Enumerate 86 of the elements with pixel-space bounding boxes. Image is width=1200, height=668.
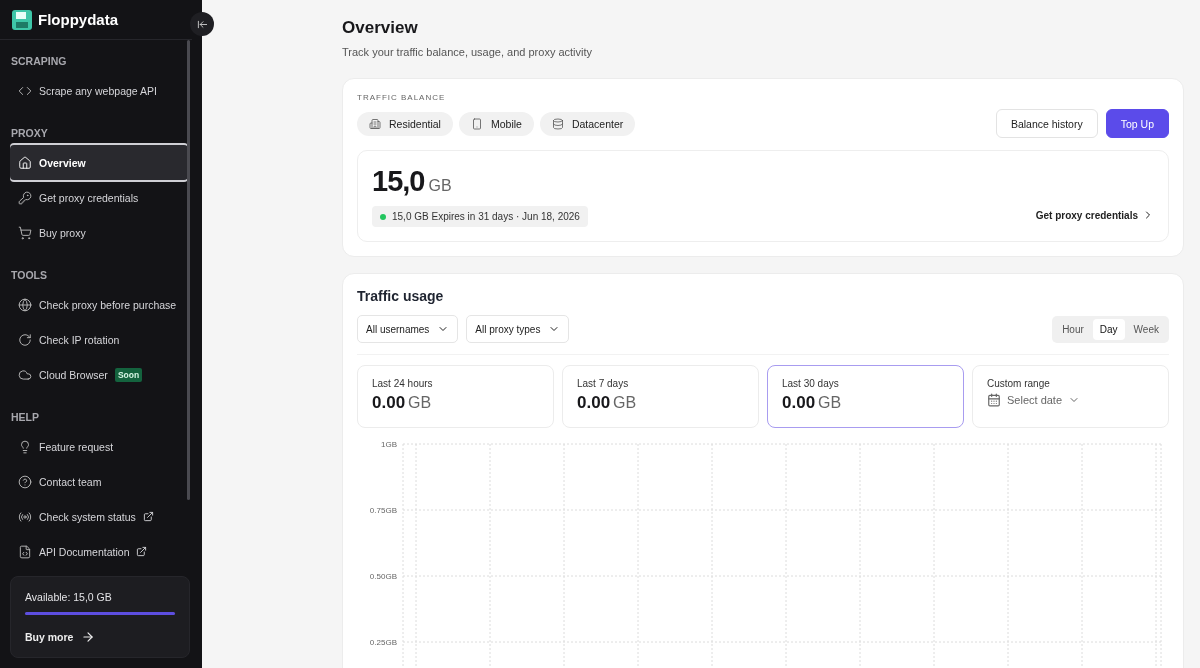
stat-label: Last 24 hours: [372, 378, 434, 389]
stat-unit: GB: [613, 394, 637, 411]
nav-item[interactable]: Buy proxy: [10, 215, 188, 250]
balance-history-button[interactable]: Balance history: [995, 109, 1098, 138]
nav-label: Scrape any webpage API: [39, 84, 157, 97]
file-icon: [18, 544, 32, 559]
section-caption: TRAFFIC BALANCE: [357, 93, 447, 102]
building-icon: [369, 117, 381, 130]
home-icon: [18, 155, 32, 170]
balance-amount: 15,0: [372, 165, 425, 197]
nav-item[interactable]: API Documentation: [10, 534, 188, 569]
stat-value: 0.00: [577, 393, 611, 412]
available-label: Available: 15,0 GB: [25, 591, 113, 603]
axis-label: 0.75GB: [369, 506, 397, 515]
proxy-type-chip[interactable]: Residential: [357, 111, 453, 136]
nav-label: API Documentation: [39, 545, 130, 558]
axis-label: 0.50GB: [369, 572, 397, 581]
cloud-icon: [18, 367, 32, 382]
nav-item[interactable]: Scrape any webpage API: [10, 73, 188, 108]
nav-item[interactable]: Get proxy credentials: [10, 180, 188, 215]
section-title: Traffic usage: [357, 288, 445, 304]
nav-item[interactable]: Overview: [10, 145, 188, 180]
section-title: TOOLS: [10, 268, 48, 283]
key-icon: [18, 190, 32, 205]
section-title: SCRAPING: [10, 54, 68, 69]
nav-item[interactable]: Feature request: [10, 429, 188, 464]
nav-item[interactable]: Check system status: [10, 499, 188, 534]
nav-label: Check proxy before purchase: [39, 298, 177, 311]
soon-badge: Soon: [114, 367, 143, 382]
nav-item[interactable]: Check proxy before purchase: [10, 287, 188, 322]
filter-dropdown[interactable]: All usernames: [357, 315, 459, 343]
stat-label: Custom range: [987, 378, 1051, 389]
lightbulb-icon: [18, 439, 32, 454]
nav-label: Contact team: [39, 475, 102, 488]
axis-label: 0.25GB: [369, 638, 397, 647]
nav-label: Buy proxy: [39, 226, 86, 239]
proxy-type-chip[interactable]: Datacenter: [539, 111, 636, 136]
globe-icon: [18, 297, 32, 312]
section-title: HELP: [10, 410, 40, 425]
nav-label: Feature request: [39, 440, 114, 453]
nav-label: Cloud Browser: [39, 368, 108, 381]
stat-label: Last 7 days: [577, 378, 630, 389]
stat-card[interactable]: Custom range Select date: [972, 365, 1169, 428]
section-title: PROXY: [10, 126, 49, 141]
nav-item[interactable]: Check IP rotation: [10, 322, 188, 357]
nav-label: Check system status: [39, 510, 136, 523]
axis-label: 1GB: [381, 440, 397, 449]
nav-label: Check IP rotation: [39, 333, 120, 346]
buy-more-link[interactable]: Buy more: [25, 630, 96, 644]
collapse-sidebar-button[interactable]: [190, 12, 214, 36]
nav-item[interactable]: Contact team: [10, 464, 188, 499]
floppy-logo-icon: [12, 9, 32, 30]
collapse-icon: [196, 18, 208, 30]
nav-label: Get proxy credentials: [39, 191, 139, 204]
cart-icon: [18, 225, 32, 240]
brand-name: Floppydata: [38, 11, 118, 28]
nav-label: Overview: [39, 156, 86, 169]
arrow-right-icon: [81, 630, 96, 644]
calendar-icon: [987, 393, 1001, 407]
page-subtitle: Track your traffic balance, usage, and proxy activity: [342, 46, 594, 58]
help-icon: [18, 474, 32, 489]
stat-unit: GB: [408, 394, 432, 411]
stat-value: 0.00: [372, 393, 406, 412]
balance-unit: GB: [428, 177, 452, 194]
date-picker[interactable]: Select date: [987, 393, 1081, 407]
interval-option[interactable]: Day: [1092, 318, 1125, 340]
broadcast-icon: [18, 509, 32, 524]
proxy-credentials-link[interactable]: Get proxy credentials: [1035, 209, 1154, 221]
stat-card[interactable]: Last 30 days 0.00 GB: [767, 365, 964, 428]
stat-card[interactable]: Last 7 days 0.00 GB: [562, 365, 759, 428]
nav-item[interactable]: Cloud Browser Soon: [10, 357, 188, 392]
stat-value: 0.00: [782, 393, 816, 412]
interval-option[interactable]: Week: [1126, 318, 1166, 340]
stat-unit: GB: [818, 394, 842, 411]
proxy-type-chip[interactable]: Mobile: [458, 111, 534, 136]
stat-label: Last 30 days: [782, 378, 840, 389]
filter-dropdown[interactable]: All proxy types: [466, 315, 570, 343]
stat-card[interactable]: Last 24 hours 0.00 GB: [357, 365, 554, 428]
rotate-icon: [18, 332, 32, 347]
phone-icon: [470, 117, 483, 130]
interval-option[interactable]: Hour: [1055, 318, 1091, 340]
expiry-text: 15,0 GB Expires in 31 days · Jun 18, 2026: [392, 211, 580, 222]
database-icon: [551, 117, 564, 130]
scrollbar[interactable]: [187, 40, 190, 500]
page-title: Overview: [342, 18, 419, 38]
top-up-button[interactable]: Top Up: [1105, 109, 1169, 138]
